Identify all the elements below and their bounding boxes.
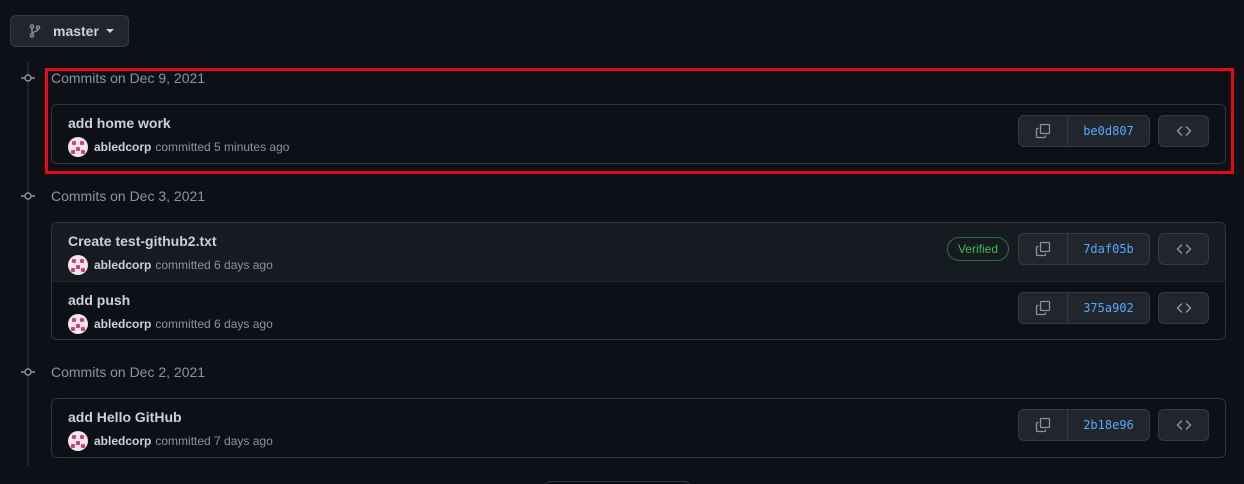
timeline-line [27,62,29,466]
commit-meta: abledcorp committed 5 minutes ago [68,137,289,157]
commit-row: Create test-github2.txt abledcorp commit… [52,223,1225,281]
commit-meta: abledcorp committed 6 days ago [68,255,273,275]
commit-list: add Hello GitHub abledcorp committed 7 d… [51,398,1226,458]
commit-meta: abledcorp committed 7 days ago [68,431,273,451]
browse-repo-button[interactable] [1158,115,1209,147]
copy-icon [1035,123,1051,139]
copy-icon [1035,241,1051,257]
commit-group-header: Commits on Dec 2, 2021 [18,362,205,382]
commit-sha-link[interactable]: be0d807 [1068,116,1149,146]
code-icon [1176,420,1191,430]
commit-row: add home work abledcorp committed 5 minu… [52,105,1225,163]
browse-repo-button[interactable] [1158,292,1209,324]
code-icon [1176,303,1191,313]
copy-icon [1035,417,1051,433]
verified-badge[interactable]: Verified [946,237,1009,261]
git-commit-icon [18,362,38,382]
commit-sha-group: be0d807 [1018,115,1150,147]
commit-title-link[interactable]: Create test-github2.txt [68,233,217,249]
commit-sha-link[interactable]: 2b18e96 [1068,410,1149,440]
avatar[interactable] [68,431,88,451]
avatar[interactable] [68,137,88,157]
commit-sha-group: 2b18e96 [1018,409,1150,441]
commit-sha-group: 7daf05b [1018,233,1150,265]
commit-group-date: Commits on Dec 9, 2021 [51,70,206,86]
copy-sha-button[interactable] [1019,234,1068,264]
commit-author-link[interactable]: abledcorp [94,317,151,331]
code-icon [1176,126,1191,136]
commit-group-date: Commits on Dec 2, 2021 [51,364,206,380]
avatar[interactable] [68,314,88,334]
avatar[interactable] [68,255,88,275]
code-icon [1176,244,1191,254]
commit-sha-link[interactable]: 375a902 [1068,293,1149,323]
git-branch-icon [29,24,41,38]
commit-author-link[interactable]: abledcorp [94,258,151,272]
commit-title-link[interactable]: add home work [68,115,171,131]
copy-icon [1035,300,1051,316]
commit-group-header: Commits on Dec 3, 2021 [18,186,205,206]
git-commit-icon [18,186,38,206]
commit-sha-link[interactable]: 7daf05b [1068,234,1149,264]
branch-name: master [53,23,99,39]
copy-sha-button[interactable] [1019,293,1068,323]
commit-sha-group: 375a902 [1018,292,1150,324]
caret-down-icon [105,29,114,33]
browse-repo-button[interactable] [1158,233,1209,265]
commit-title-link[interactable]: add push [68,292,130,308]
commit-list: Create test-github2.txt abledcorp commit… [51,222,1226,340]
commit-author-link[interactable]: abledcorp [94,434,151,448]
commit-group-date: Commits on Dec 3, 2021 [51,188,206,204]
copy-sha-button[interactable] [1019,410,1068,440]
commit-time: committed 6 days ago [155,317,273,331]
git-commit-icon [18,68,38,88]
commit-meta: abledcorp committed 6 days ago [68,314,273,334]
commit-author-link[interactable]: abledcorp [94,140,151,154]
commit-time: committed 5 minutes ago [155,140,290,154]
commit-list: add home work abledcorp committed 5 minu… [51,104,1226,164]
browse-repo-button[interactable] [1158,409,1209,441]
copy-sha-button[interactable] [1019,116,1068,146]
commit-row: add push abledcorp committed 6 days ago … [52,281,1225,339]
commit-row: add Hello GitHub abledcorp committed 7 d… [52,399,1225,457]
commit-time: committed 6 days ago [155,258,273,272]
commit-time: committed 7 days ago [155,434,273,448]
branch-selector-button[interactable]: master [10,15,129,47]
commit-title-link[interactable]: add Hello GitHub [68,409,182,425]
commit-group-header: Commits on Dec 9, 2021 [18,68,205,88]
